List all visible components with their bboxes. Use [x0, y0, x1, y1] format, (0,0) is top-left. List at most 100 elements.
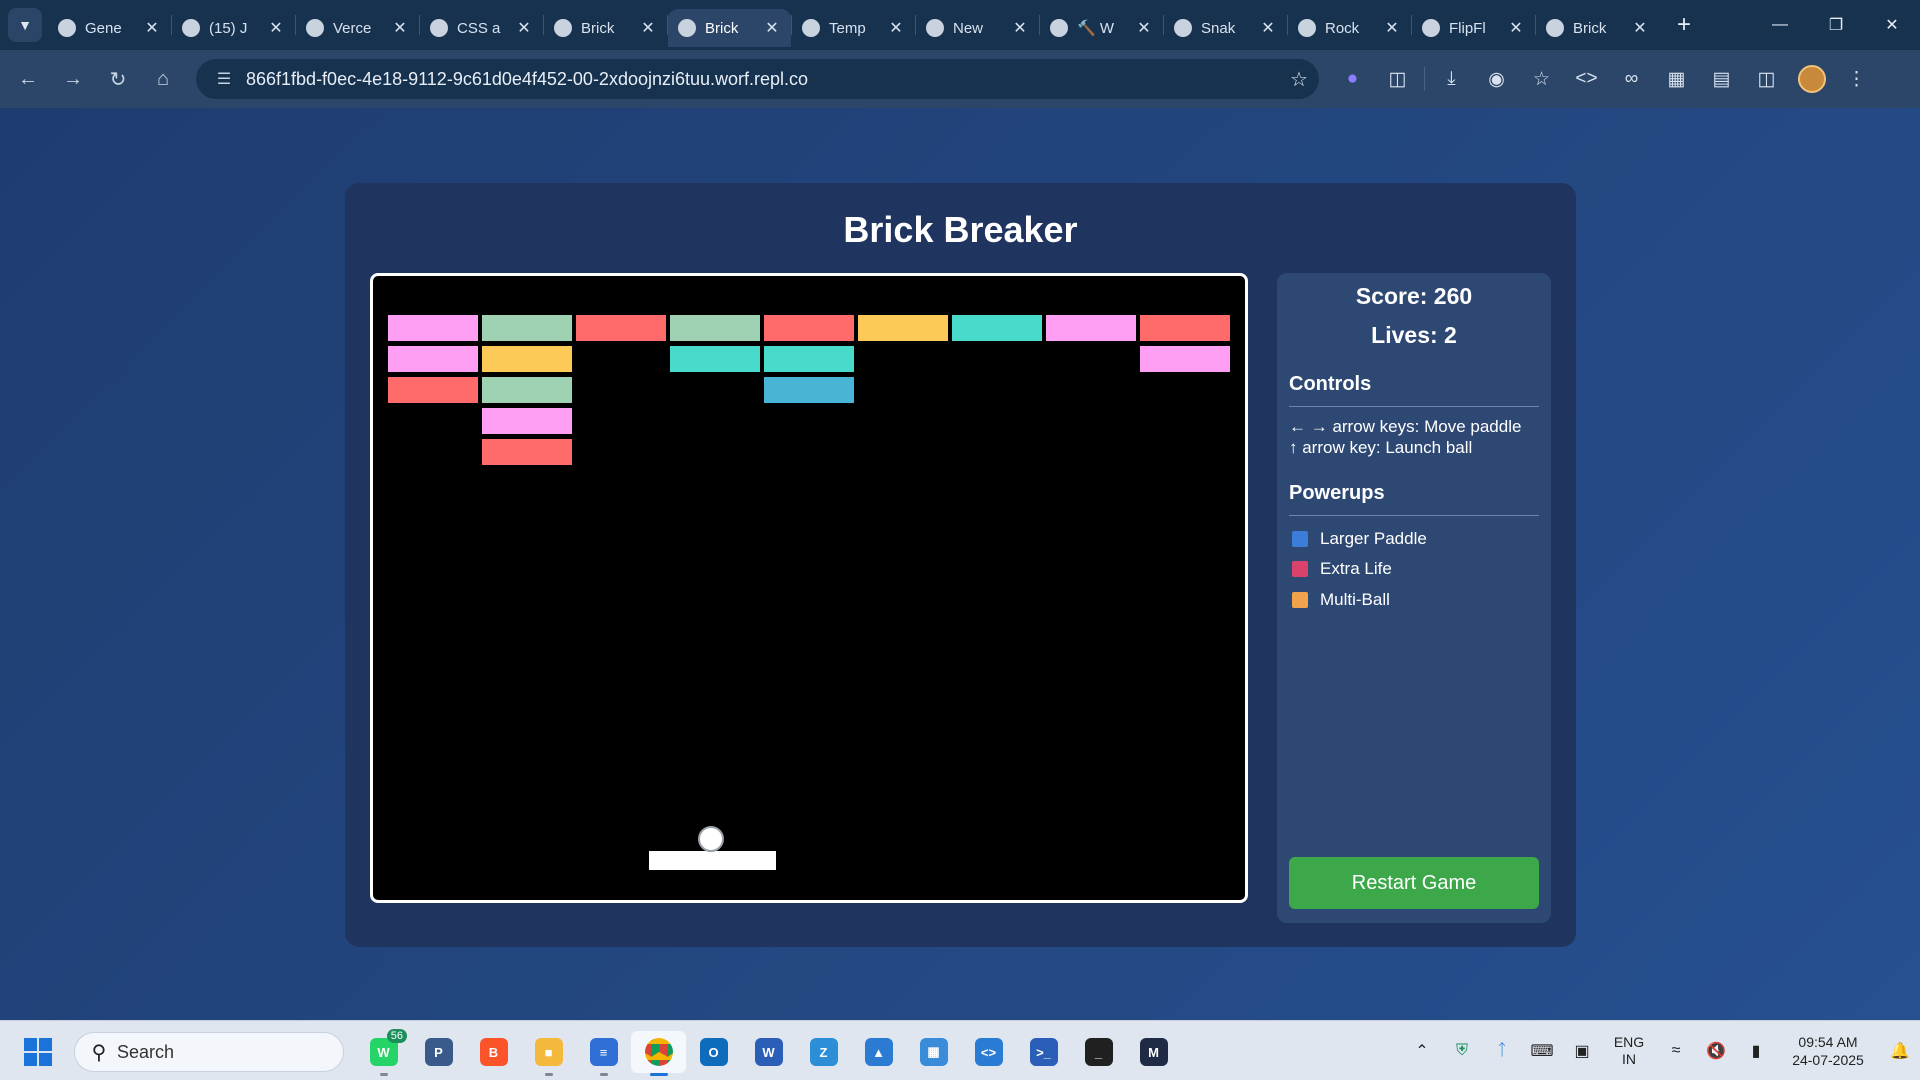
windows-start-icon[interactable]	[24, 1038, 52, 1066]
notifications-icon[interactable]: 🔔	[1880, 1041, 1920, 1061]
file-manager-glyph: P	[424, 1038, 453, 1066]
browser-tab[interactable]: Gene ✕	[48, 9, 171, 47]
browser-tab[interactable]: CSS a ✕	[420, 9, 543, 47]
mysql-icon[interactable]: M	[1126, 1031, 1181, 1073]
tab-close-icon[interactable]: ✕	[1507, 18, 1525, 38]
notepad-icon[interactable]: ≡	[576, 1031, 631, 1076]
running-indicator	[649, 1073, 668, 1076]
file-manager-icon[interactable]: P	[411, 1031, 466, 1073]
notepad-glyph: ≡	[589, 1038, 618, 1066]
address-bar[interactable]: ☰ 866f1fbd-f0ec-4e18-9112-9c61d0e4f452-0…	[196, 59, 1319, 99]
browser-tab[interactable]: New ✕	[916, 9, 1039, 47]
vscode-icon[interactable]: <>	[961, 1031, 1016, 1073]
clock[interactable]: 09:54 AM 24-07-2025	[1776, 1033, 1880, 1069]
powershell-icon[interactable]: >_	[1016, 1031, 1071, 1073]
qr-code-icon[interactable]: ▦	[1654, 59, 1699, 99]
browser-tab[interactable]: Brick ✕	[668, 9, 791, 47]
brave-icon[interactable]: B	[466, 1031, 521, 1073]
chrome-icon	[926, 19, 944, 37]
outlook-icon[interactable]: O	[686, 1031, 741, 1073]
browser-tab[interactable]: Temp ✕	[792, 9, 915, 47]
powerup-swatch	[1292, 531, 1308, 547]
browser-tab[interactable]: Brick ✕	[1536, 9, 1659, 47]
folder-icon[interactable]: ■	[521, 1031, 576, 1076]
new-tab-button[interactable]: +	[1669, 10, 1699, 40]
brick	[952, 315, 1042, 341]
clock-time: 09:54 AM	[1798, 1034, 1858, 1050]
defender-icon[interactable]: ⛨	[1442, 1042, 1482, 1060]
forward-icon[interactable]: →	[53, 59, 93, 99]
close-window-icon[interactable]: ✕	[1864, 0, 1920, 50]
battery-icon[interactable]: ▮	[1736, 1041, 1776, 1061]
menu-kebab-icon[interactable]: ⋮	[1834, 59, 1879, 99]
brick	[670, 346, 760, 372]
back-icon[interactable]: ←	[8, 59, 48, 99]
tab-close-icon[interactable]: ✕	[391, 18, 409, 38]
tab-close-icon[interactable]: ✕	[1011, 18, 1029, 38]
tab-close-icon[interactable]: ✕	[1135, 18, 1153, 38]
score-display: Score: 260	[1355, 283, 1473, 309]
taskbar-search-box[interactable]: ⚲ Search	[74, 1032, 344, 1072]
browser-tab[interactable]: Verce ✕	[296, 9, 419, 47]
chevron-up-icon[interactable]: ⌃	[1402, 1041, 1442, 1061]
search-placeholder: Search	[117, 1041, 175, 1062]
brick	[576, 315, 666, 341]
tab-close-icon[interactable]: ✕	[639, 18, 657, 38]
browser-tab[interactable]: Rock ✕	[1288, 9, 1411, 47]
restart-game-button[interactable]: Restart Game	[1289, 857, 1539, 909]
keyboard-icon[interactable]: ⌨	[1522, 1041, 1562, 1061]
volume-muted-icon[interactable]: 🔇	[1696, 1041, 1736, 1061]
bluetooth-icon[interactable]: ᛏ	[1482, 1042, 1522, 1060]
language-indicator[interactable]: ENG IN	[1602, 1034, 1656, 1068]
display-icon[interactable]: ▣	[1562, 1041, 1602, 1061]
tab-close-icon[interactable]: ✕	[515, 18, 533, 38]
browser-tab[interactable]: Snak ✕	[1164, 9, 1287, 47]
terminal-icon[interactable]: _	[1071, 1031, 1126, 1073]
link-icon[interactable]: ∞	[1609, 59, 1654, 99]
photos-icon[interactable]: ▲	[851, 1031, 906, 1073]
control-panel-icon[interactable]: ▦	[906, 1031, 961, 1073]
devtools-icon[interactable]: <>	[1564, 59, 1609, 99]
chrome-icon[interactable]	[631, 1031, 686, 1076]
extensions-icon[interactable]: ◫	[1375, 59, 1420, 99]
side-panel-icon[interactable]: ◫	[1744, 59, 1789, 99]
tab-close-icon[interactable]: ✕	[1259, 18, 1277, 38]
site-info-icon[interactable]: ☰	[206, 69, 242, 89]
tab-close-icon[interactable]: ✕	[1631, 18, 1649, 38]
tab-close-icon[interactable]: ✕	[267, 18, 285, 38]
zoom-icon[interactable]: Z	[796, 1031, 851, 1073]
bookmark-star-icon[interactable]: ☆	[1279, 67, 1319, 92]
word-icon[interactable]: W	[741, 1031, 796, 1073]
powerup-extra-life: Extra Life	[1292, 559, 1392, 579]
incognito-icon[interactable]: ◉	[1474, 59, 1519, 99]
brick	[482, 315, 572, 341]
browser-tab[interactable]: 🔨 W ✕	[1040, 9, 1163, 47]
control-launch-text: ↑ arrow key: Launch ball	[1289, 438, 1473, 457]
tab-close-icon[interactable]: ✕	[1383, 18, 1401, 38]
tab-title: FlipFl	[1449, 19, 1486, 37]
tab-close-icon[interactable]: ✕	[143, 18, 161, 38]
game-canvas[interactable]	[370, 273, 1248, 903]
tab-close-icon[interactable]: ✕	[763, 18, 781, 38]
tab-title: Brick	[705, 19, 739, 37]
home-icon[interactable]: ⌂	[143, 59, 183, 99]
controls-heading: Controls	[1289, 373, 1539, 407]
reload-icon[interactable]: ↻	[98, 59, 138, 99]
downloads-icon[interactable]: ⤓	[1429, 59, 1474, 99]
whatsapp-icon[interactable]: W 56	[356, 1029, 411, 1076]
browser-tab[interactable]: (15) J ✕	[172, 9, 295, 47]
toolbar-divider	[1424, 67, 1425, 91]
region-code: IN	[1622, 1051, 1636, 1067]
url-text[interactable]: 866f1fbd-f0ec-4e18-9112-9c61d0e4f452-00-…	[246, 69, 1279, 90]
wifi-icon[interactable]: ≈	[1656, 1042, 1696, 1060]
tab-close-icon[interactable]: ✕	[887, 18, 905, 38]
copilot-icon[interactable]: ●	[1330, 59, 1375, 99]
browser-tab[interactable]: FlipFl ✕	[1412, 9, 1535, 47]
restore-icon[interactable]: ❐	[1808, 0, 1864, 50]
minimize-icon[interactable]: —	[1752, 0, 1808, 50]
reading-mode-icon[interactable]: ▤	[1699, 59, 1744, 99]
tab-search-button[interactable]: ▼	[8, 8, 42, 42]
browser-tab[interactable]: Brick ✕	[544, 9, 667, 47]
favorites-icon[interactable]: ☆	[1519, 59, 1564, 99]
profile-avatar[interactable]	[1789, 59, 1834, 99]
